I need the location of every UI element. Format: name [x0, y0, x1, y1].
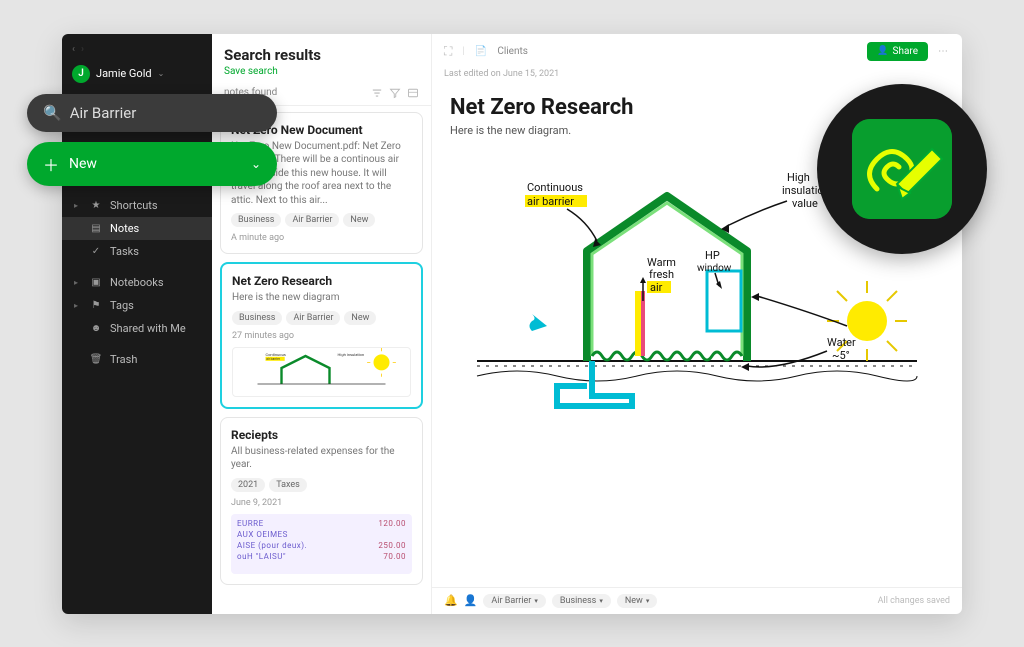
nav-forward-icon[interactable]: ›	[81, 44, 84, 55]
nav-back-icon[interactable]: ‹	[72, 44, 75, 55]
tag-chip[interactable]: Air Barrier	[285, 213, 339, 227]
sidebar-item-label: Notes	[110, 222, 139, 235]
tag-chip[interactable]: 2021	[231, 478, 265, 492]
caret-icon: ▸	[74, 301, 80, 310]
plus-icon: ＋	[43, 152, 59, 176]
caret-icon: ▸	[74, 278, 80, 287]
tag-chip[interactable]: Business	[231, 213, 281, 227]
person-icon: 👤	[877, 46, 888, 56]
svg-text:~5°: ~5°	[832, 349, 850, 362]
search-input[interactable]	[70, 104, 269, 122]
list-title: Search results	[224, 46, 419, 64]
notebook-name[interactable]: Clients	[497, 46, 528, 57]
search-icon: 🔍	[43, 104, 62, 122]
note-card-timestamp: June 9, 2021	[231, 498, 412, 508]
user-menu[interactable]: J Jamie Gold ⌄	[62, 61, 212, 91]
chevron-down-icon: ▾	[646, 597, 650, 605]
sketch-app-icon	[852, 119, 952, 219]
check-icon: ✓	[90, 246, 102, 257]
new-button-label: New	[69, 156, 97, 172]
note-card-snippet: All business-related expenses for the ye…	[231, 445, 412, 472]
note-card-timestamp: 27 minutes ago	[232, 331, 411, 341]
user-name: Jamie Gold	[96, 67, 152, 80]
filter-icon[interactable]	[389, 87, 401, 99]
svg-text:fresh: fresh	[649, 268, 674, 281]
note-thumbnail: EURRE120.00 AUX OEIMES AISE (pour deux).…	[231, 514, 412, 574]
note-card-timestamp: A minute ago	[231, 233, 412, 243]
svg-text:air: air	[650, 281, 663, 294]
tag-chip[interactable]: Business	[232, 311, 282, 325]
people-icon: ☻	[90, 323, 102, 334]
tag-chip[interactable]: New▾	[617, 594, 657, 608]
more-icon[interactable]: ⋯	[938, 46, 950, 57]
sidebar-item-shortcuts[interactable]: ▸ ★ Shortcuts	[62, 194, 212, 217]
share-button[interactable]: 👤 Share	[867, 42, 928, 61]
sidebar-item-trash[interactable]: 🗑 Trash	[62, 348, 212, 371]
tag-chip[interactable]: New	[343, 213, 375, 227]
tag-chip[interactable]: New	[344, 311, 376, 325]
sidebar-item-notes[interactable]: ▤ Notes	[62, 217, 212, 240]
avatar: J	[72, 65, 90, 83]
note-icon: ▤	[90, 223, 102, 234]
reminder-icon[interactable]: 🔔	[444, 594, 458, 607]
expand-icon[interactable]: ⛶	[444, 44, 452, 59]
svg-text:window: window	[697, 263, 732, 274]
svg-text:High: High	[787, 171, 810, 184]
sidebar-item-tasks[interactable]: ✓ Tasks	[62, 240, 212, 263]
note-card-snippet: Here is the new diagram	[232, 291, 411, 305]
save-search-link[interactable]: Save search	[224, 66, 419, 77]
view-icon[interactable]	[407, 87, 419, 99]
svg-text:High insulation: High insulation	[338, 352, 365, 357]
note-card-title: Net Zero Research	[232, 274, 411, 288]
svg-text:value: value	[792, 197, 818, 210]
notebook-icon: 📄	[475, 46, 487, 57]
sidebar-item-shared[interactable]: ☻ Shared with Me	[62, 317, 212, 340]
note-card-title: Reciepts	[231, 428, 412, 442]
svg-text:Water: Water	[827, 336, 856, 349]
note-card-selected[interactable]: Net Zero Research Here is the new diagra…	[220, 262, 423, 409]
sidebar-item-label: Tags	[110, 299, 134, 312]
new-button[interactable]: ＋ New ⌄	[27, 142, 277, 186]
tag-chip[interactable]: Air Barrier	[286, 311, 340, 325]
star-icon: ★	[90, 200, 102, 211]
svg-text:Continuous: Continuous	[527, 181, 583, 194]
app-logo-overlay	[817, 84, 987, 254]
sidebar-item-label: Tasks	[110, 245, 139, 258]
tag-chip[interactable]: Taxes	[269, 478, 307, 492]
caret-icon: ▸	[74, 201, 80, 210]
tag-icon: ⚑	[90, 300, 102, 311]
sort-icon[interactable]	[371, 87, 383, 99]
last-edited: Last edited on June 15, 2021	[432, 69, 962, 79]
sidebar-item-tags[interactable]: ▸ ⚑ Tags	[62, 294, 212, 317]
note-thumbnail: Continuous air barrier High insulation	[232, 347, 411, 397]
search-pill[interactable]: 🔍	[27, 94, 277, 132]
sidebar-item-label: Trash	[110, 353, 137, 366]
nav: ⌂ Home ▸★ Shortcuts ▤ Notes ✓ Tasks ▸▣ N…	[62, 171, 212, 371]
chevron-down-icon: ⌄	[158, 69, 165, 78]
tag-chip[interactable]: Air Barrier▾	[483, 594, 545, 608]
note-card[interactable]: Reciepts All business-related expenses f…	[220, 417, 423, 585]
add-person-icon[interactable]: 👤	[464, 594, 478, 607]
chevron-down-icon: ▾	[534, 597, 538, 605]
svg-text:air barrier: air barrier	[527, 195, 574, 208]
chevron-down-icon: ▾	[599, 597, 603, 605]
svg-text:air barrier: air barrier	[266, 357, 281, 361]
sidebar: ‹ › J Jamie Gold ⌄ ⌂ Home ▸★ Shortcuts ▤…	[62, 34, 212, 614]
sidebar-item-notebooks[interactable]: ▸ ▣ Notebooks	[62, 271, 212, 294]
trash-icon: 🗑	[90, 354, 102, 365]
sidebar-item-label: Notebooks	[110, 276, 164, 289]
save-status: All changes saved	[878, 596, 950, 606]
book-icon: ▣	[90, 277, 102, 288]
sidebar-item-label: Shared with Me	[110, 322, 186, 335]
tag-chip[interactable]: Business▾	[552, 594, 611, 608]
share-label: Share	[893, 46, 918, 57]
svg-text:HP: HP	[705, 249, 720, 262]
sidebar-item-label: Shortcuts	[110, 199, 158, 212]
chevron-down-icon: ⌄	[251, 157, 261, 171]
